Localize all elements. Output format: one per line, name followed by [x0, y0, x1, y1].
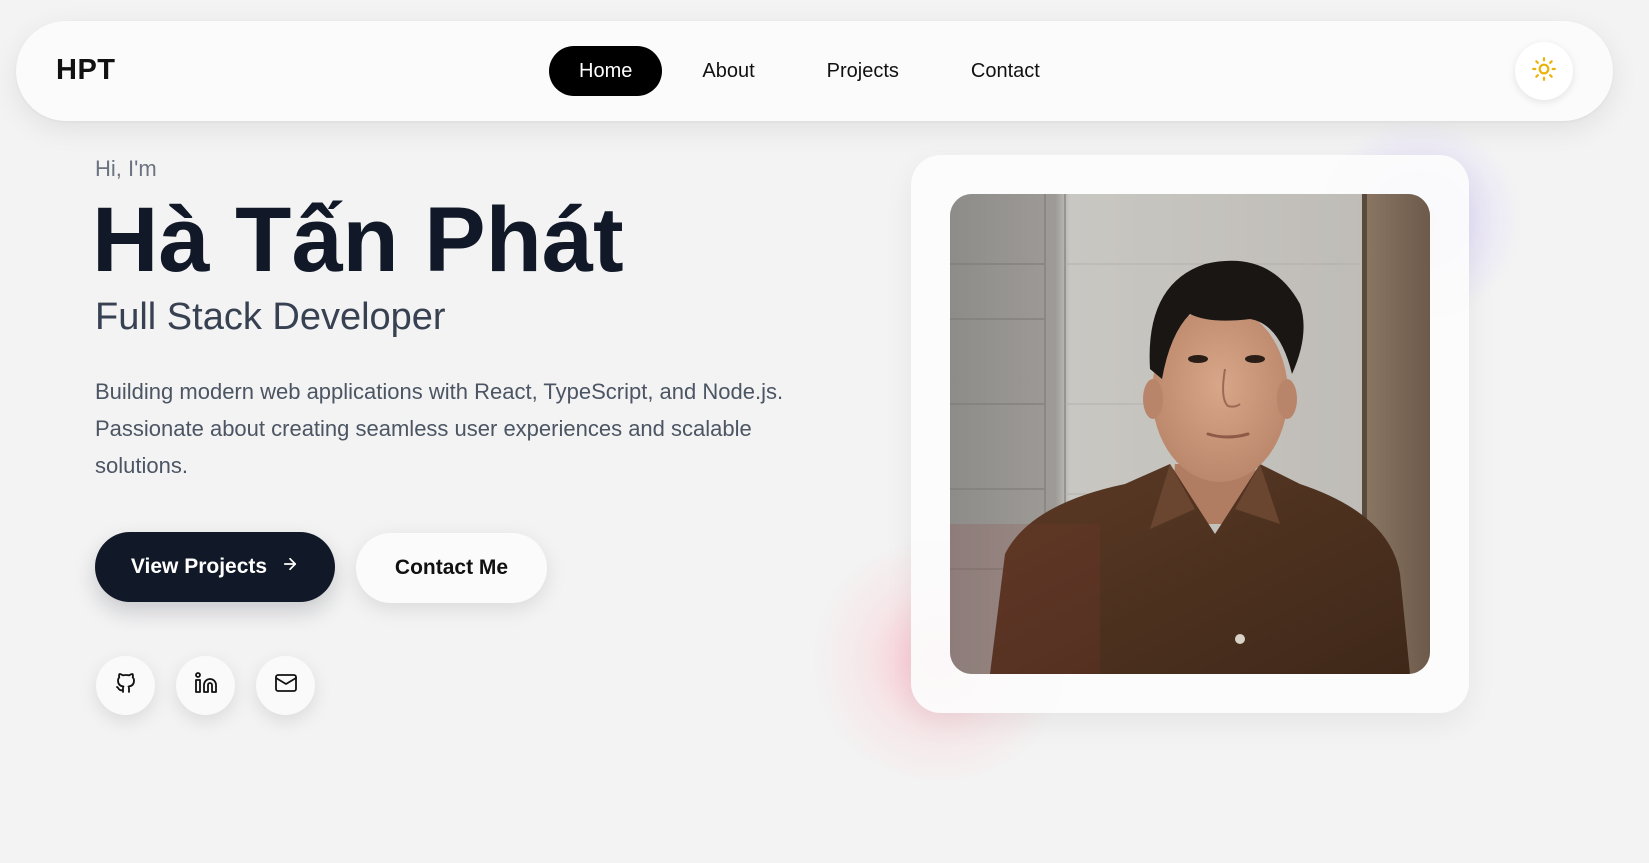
nav-link-projects[interactable]: Projects [795, 46, 931, 96]
arrow-right-icon [281, 555, 299, 579]
email-link[interactable] [256, 656, 315, 715]
contact-me-button[interactable]: Contact Me [356, 533, 547, 603]
nav-link-home[interactable]: Home [549, 46, 663, 96]
github-link[interactable] [96, 656, 155, 715]
linkedin-icon [194, 671, 218, 700]
linkedin-link[interactable] [176, 656, 235, 715]
hero-role: Full Stack Developer [95, 296, 446, 338]
profile-card [911, 155, 1469, 713]
nav-link-about[interactable]: About [670, 46, 786, 96]
contact-me-label: Contact Me [394, 556, 509, 579]
navbar: HPT Home About Projects Contact [16, 21, 1613, 121]
sun-icon [1531, 56, 1557, 87]
hero-description: Building modern web applications with Re… [95, 379, 784, 478]
github-icon [114, 671, 138, 700]
view-projects-button[interactable]: View Projects [95, 532, 335, 602]
hero-name: Hà Tấn Phát [92, 189, 624, 291]
hero-greeting: Hi, I'm [95, 156, 157, 181]
mail-icon [274, 671, 298, 700]
social-links [96, 656, 315, 715]
view-projects-label: View Projects [130, 555, 268, 578]
nav-links: Home About Projects Contact [549, 46, 1072, 96]
nav-link-contact[interactable]: Contact [939, 46, 1072, 96]
theme-toggle-button[interactable] [1515, 42, 1573, 100]
profile-photo [950, 194, 1430, 674]
brand-logo[interactable]: HPT [56, 54, 116, 87]
page: HPT Home About Projects Contact Hi, I'm … [0, 0, 1649, 863]
